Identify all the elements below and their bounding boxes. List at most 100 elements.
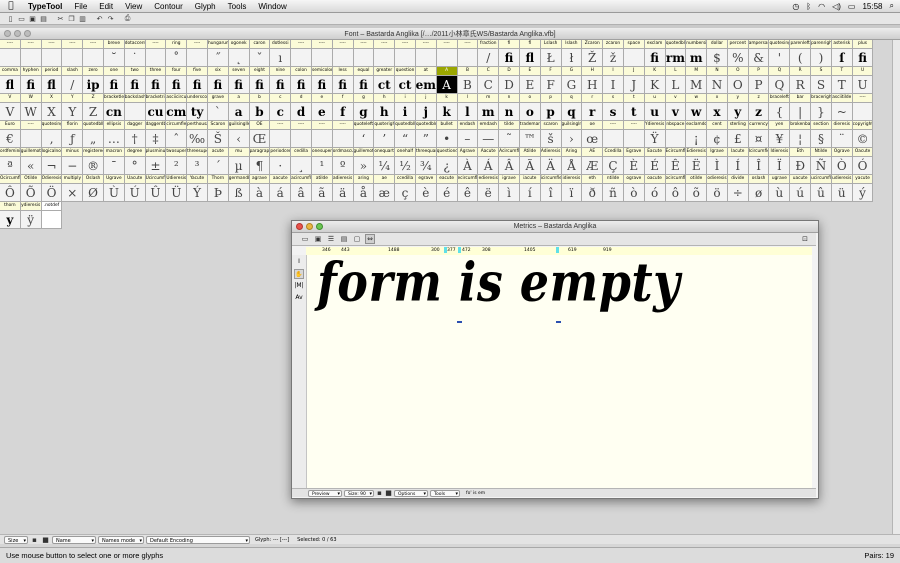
metrics-text-input[interactable]: fo' is em: [462, 491, 485, 496]
glyph-cell[interactable]: MM: [686, 67, 708, 94]
glyph-cell[interactable]: breve ˘: [103, 40, 125, 67]
spotlight-icon[interactable]: ⌕: [890, 1, 894, 11]
menu-contour[interactable]: Contour: [148, 2, 188, 11]
glyph-cell[interactable]: quoteright’: [374, 121, 396, 148]
glyph-cell[interactable]: ----: [852, 94, 874, 121]
glyph-cell[interactable]: ecircumflexê: [457, 175, 479, 202]
glyph-cell[interactable]: ntilde ñ: [603, 175, 624, 202]
glyph-cell[interactable]: Zcaron Ž: [582, 40, 604, 67]
glyph-cell[interactable]: ii: [395, 94, 416, 121]
glyph-cell[interactable]: AcircumflexÂ: [499, 148, 520, 175]
size-select[interactable]: Size: 90: [344, 489, 374, 498]
glyph-cell[interactable]: grave `: [207, 94, 229, 121]
glyph-cell[interactable]: less fi: [332, 67, 354, 94]
glyph-cell[interactable]: ograve ò: [623, 175, 645, 202]
glyph-cell[interactable]: circumflexˆ: [166, 121, 188, 148]
glyph-cell[interactable]: question ct: [395, 67, 416, 94]
glyph-cell[interactable]: quoteleft ‘: [353, 121, 375, 148]
glyph-cell[interactable]: bb: [249, 94, 271, 121]
glyph-cell[interactable]: eight fi: [249, 67, 271, 94]
glyph-cell[interactable]: Uacute Ú: [124, 175, 146, 202]
glyph-cell[interactable]: guillemotright»: [353, 148, 375, 175]
glyph-cell[interactable]: ocircumflexô: [665, 175, 687, 202]
glyph-cell[interactable]: DD: [499, 67, 520, 94]
glyph-cell[interactable]: ordmasculineº: [332, 148, 354, 175]
glyph-cell[interactable]: ----: [145, 40, 167, 67]
glyph-cell[interactable]: onehalf ½: [395, 148, 416, 175]
glyph-cell[interactable]: macron ¯: [103, 148, 125, 175]
glyph-cell[interactable]: fraction /: [478, 40, 500, 67]
glyph-cell[interactable]: TT: [831, 67, 853, 94]
glyph-cell[interactable]: edieresis ë: [478, 175, 500, 202]
glyph-cell[interactable]: Igrave Ì: [707, 148, 728, 175]
glyph-cell[interactable]: numbersignm: [686, 40, 708, 67]
glyph-cell[interactable]: nbspace: [665, 121, 687, 148]
glyph-cell[interactable]: nine fi: [270, 67, 292, 94]
glyph-cell[interactable]: bullet •: [436, 121, 458, 148]
glyph-cell[interactable]: zz: [748, 94, 770, 121]
apple-icon[interactable]: : [0, 1, 22, 11]
glyph-cell[interactable]: xx: [707, 94, 728, 121]
glyph-cell[interactable]: quotedblbase„: [83, 121, 104, 148]
glyph-cell[interactable]: ee: [311, 94, 333, 121]
glyph-cell[interactable]: Odieresis Ö: [41, 175, 63, 202]
glyph-cell[interactable]: SS: [811, 67, 832, 94]
glyph-cell[interactable]: brokenbar ¦: [790, 121, 812, 148]
glyph-cell[interactable]: atilde ã: [311, 175, 333, 202]
glyph-cell[interactable]: parenright): [811, 40, 832, 67]
glyph-cell[interactable]: ----: [374, 40, 396, 67]
glyph-cell[interactable]: three fi: [145, 67, 167, 94]
large-glyph-icon[interactable]: ■: [41, 535, 50, 544]
glyph-cell[interactable]: bracketrightcu: [145, 94, 167, 121]
glyph-cell[interactable]: ampersand&: [748, 40, 770, 67]
glyph-cell[interactable]: uacute ú: [790, 175, 812, 202]
glyph-cell[interactable]: acircumflexâ: [291, 175, 312, 202]
glyph-cell[interactable]: fi fi: [499, 40, 520, 67]
glyph-cell[interactable]: fl fl: [519, 40, 541, 67]
glyph-cell[interactable]: one fi: [103, 67, 125, 94]
glyph-cell[interactable]: cc: [270, 94, 292, 121]
options-select[interactable]: Options: [394, 489, 428, 498]
time-machine-icon[interactable]: ◷: [792, 2, 799, 11]
glyph-cell[interactable]: perthousand‰: [187, 121, 208, 148]
save-text-icon[interactable]: ▣: [313, 234, 323, 244]
glyph-cell[interactable]: ss: [603, 94, 624, 121]
glyph-cell[interactable]: onequarter¼: [374, 148, 396, 175]
glyph-cell[interactable]: ----: [62, 40, 84, 67]
glyph-cell[interactable]: trademark™: [519, 121, 541, 148]
glyph-cell[interactable]: idieresis ï: [561, 175, 583, 202]
glyph-cell[interactable]: XX: [41, 94, 63, 121]
glyph-cell[interactable]: Atilde Ã: [519, 148, 541, 175]
open-folder-icon[interactable]: ▭: [17, 14, 26, 23]
glyph-cell[interactable]: emdash —: [478, 121, 500, 148]
large-size-icon[interactable]: ■: [385, 489, 392, 497]
glyph-cell[interactable]: guillemotleft«: [20, 148, 42, 175]
glyph-cell[interactable]: eacute é: [436, 175, 458, 202]
glyph-cell[interactable]: NN: [707, 67, 728, 94]
redo-icon[interactable]: ↷: [106, 14, 115, 23]
glyph-cell[interactable]: BB: [457, 67, 479, 94]
glyph-cell[interactable]: ----: [291, 121, 312, 148]
glyph-cell[interactable]: six fi: [207, 67, 229, 94]
glyph-cell[interactable]: ----: [291, 40, 312, 67]
glyph-cell[interactable]: Udieresis Ü: [166, 175, 188, 202]
glyph-cell[interactable]: UcircumflexÛ: [145, 175, 167, 202]
glyph-cell[interactable]: igrave ì: [499, 175, 520, 202]
glyph-cell[interactable]: degree °: [124, 148, 146, 175]
glyph-cell[interactable]: oslash ø: [748, 175, 770, 202]
metrics-minimize-button[interactable]: [306, 223, 313, 230]
glyph-cell[interactable]: Otilde Õ: [20, 175, 42, 202]
glyph-cell[interactable]: ----: [311, 40, 333, 67]
glyph-cell[interactable]: udieresis ü: [831, 175, 853, 202]
battery-icon[interactable]: ▭: [848, 2, 856, 11]
glyph-cell[interactable]: ----: [270, 121, 292, 148]
glyph-cell[interactable]: threequarters¾: [415, 148, 437, 175]
glyph-cell[interactable]: germandblsß: [228, 175, 250, 202]
glyph-cell[interactable]: sterling £: [727, 121, 749, 148]
glyph-cell[interactable]: ff: [332, 94, 354, 121]
glyph-cell[interactable]: dotaccent ˙: [124, 40, 146, 67]
glyph-cell[interactable]: FF: [540, 67, 562, 94]
metrics-window-titlebar[interactable]: Metrics – Bastarda Anglika: [292, 221, 818, 233]
paste-icon[interactable]: ▥: [78, 14, 87, 23]
glyph-cell[interactable]: Egrave È: [623, 148, 645, 175]
